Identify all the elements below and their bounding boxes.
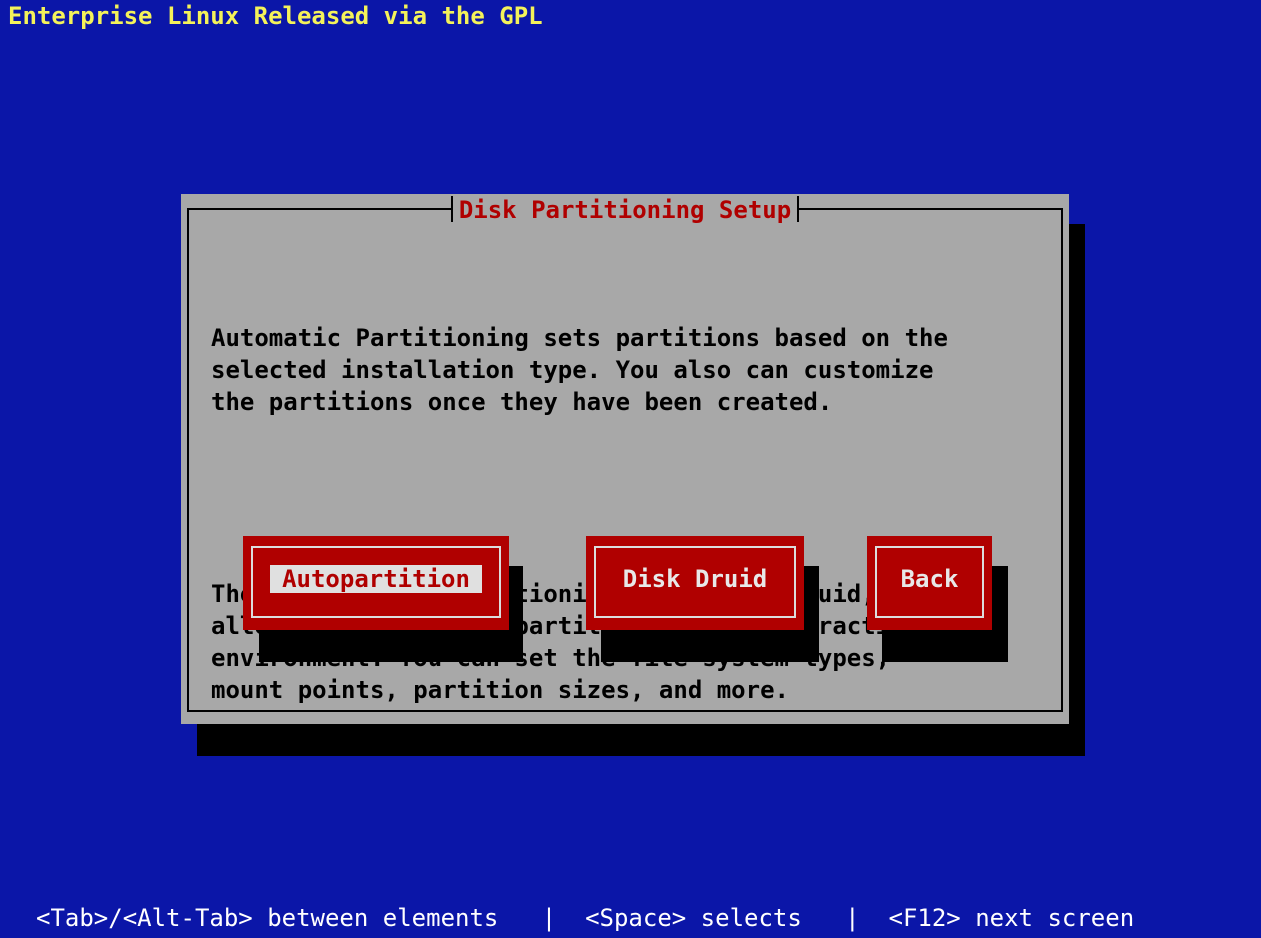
disk-druid-button[interactable]: Disk Druid bbox=[586, 536, 804, 630]
dialog-title: Disk Partitioning Setup bbox=[450, 194, 800, 226]
dialog-description: Automatic Partitioning sets partitions b… bbox=[211, 258, 1051, 770]
disk-druid-button-label: Disk Druid bbox=[622, 565, 768, 593]
keyboard-help-bar: <Tab>/<Alt-Tab> between elements | <Spac… bbox=[36, 904, 1135, 932]
installer-banner: Enterprise Linux Released via the GPL bbox=[8, 2, 543, 30]
back-button[interactable]: Back bbox=[867, 536, 992, 630]
auto-partition-description: Automatic Partitioning sets partitions b… bbox=[211, 324, 948, 416]
autopartition-button-label: Autopartition bbox=[243, 563, 509, 595]
back-button-label: Back bbox=[900, 565, 959, 593]
dialog-title-wrap: Disk Partitioning Setup bbox=[181, 194, 1069, 226]
autopartition-button[interactable]: Autopartition bbox=[243, 536, 509, 630]
disk-partitioning-dialog: Disk Partitioning Setup Automatic Partit… bbox=[181, 194, 1069, 724]
